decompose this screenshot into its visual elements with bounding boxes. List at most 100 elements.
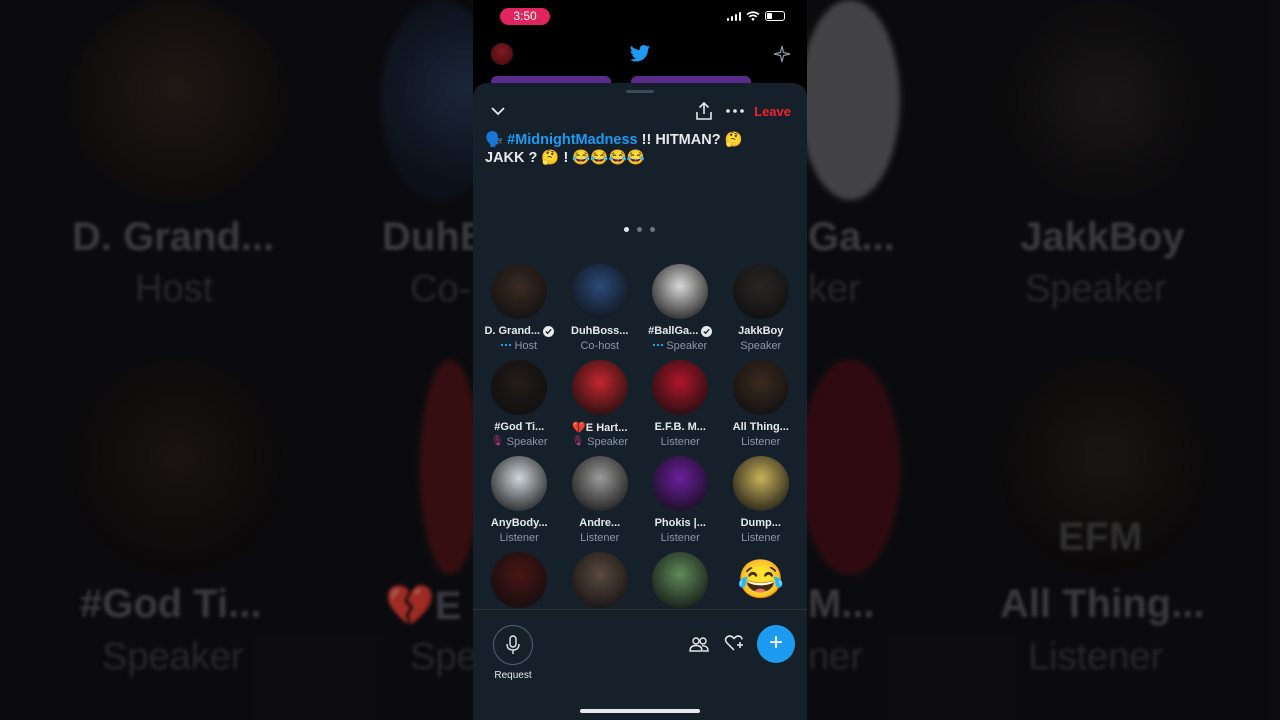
participant-name: #God Ti... [494, 421, 545, 434]
page-dot [650, 227, 655, 232]
participant-tile[interactable]: #God Ti... 🎙 Speaker [479, 360, 560, 448]
participant-name: AnyBody... [490, 517, 548, 530]
participant-avatar[interactable] [652, 360, 709, 415]
participant-name: D. Grand... [484, 325, 541, 338]
participant-emoji-avatar: 😂 [737, 559, 785, 601]
participant-tile[interactable]: Dump... Listener [721, 456, 802, 544]
twitter-header [473, 36, 807, 76]
microphone-icon [506, 635, 520, 654]
profile-avatar[interactable] [491, 43, 513, 65]
participant-name-row: JakkBoy [738, 325, 783, 339]
participant-tile[interactable]: AnyBody... Listener [479, 456, 560, 544]
participant-name: Dump... [740, 517, 781, 530]
participant-role: Speaker [506, 435, 548, 448]
participant-name: E.F.B. M... [654, 421, 706, 434]
participant-avatar[interactable] [652, 264, 709, 319]
page-dot [624, 227, 629, 232]
participant-name-row: E.F.B. M... [655, 421, 706, 435]
participant-avatar[interactable] [732, 360, 789, 415]
participant-role-row: Host [501, 339, 537, 352]
people-icon[interactable] [689, 636, 709, 652]
participant-name-row: Dump... [741, 517, 781, 531]
sheet-grabber[interactable] [626, 90, 654, 93]
wifi-icon [746, 11, 760, 21]
page-dots [624, 227, 655, 232]
participant-role-row: Speaker [740, 339, 781, 352]
share-icon[interactable] [695, 101, 713, 121]
participant-tile[interactable]: Phokis |... Listener [640, 456, 721, 544]
title-emoji: 🗣️ [485, 132, 504, 148]
verified-badge-icon [543, 325, 555, 337]
participant-role: Listener [580, 531, 620, 544]
participant-tile[interactable]: JakkBoy Speaker [721, 264, 802, 352]
participant-role-row: 🎙 Speaker [491, 435, 548, 448]
participant-name-row: #BallGa... [648, 325, 713, 339]
space-title: 🗣️ #MidnightMadness !! HITMAN? 🤔 JAKK ? … [485, 131, 785, 167]
page-dot [637, 227, 642, 232]
participant-name: DuhBoss... [571, 325, 629, 338]
participant-name-row: 💔E Hart... [572, 421, 627, 435]
title-hashtag[interactable]: #MidnightMadness [507, 132, 638, 148]
participant-role-row: Listener [661, 531, 700, 544]
participant-role: Speaker [740, 339, 782, 352]
phone-screen: 3:50 Leave 🗣️ #MidnightMadness !! HITMAN… [473, 0, 807, 720]
participant-name-row: Phokis |... [655, 517, 706, 531]
participants-grid: D. Grand... Host DuhBoss... Co-host #Bal… [479, 264, 801, 640]
participant-role-row: Listener [661, 435, 700, 448]
participant-avatar[interactable] [491, 264, 548, 319]
speaking-wave-icon [501, 344, 512, 347]
participant-avatar[interactable] [571, 264, 628, 319]
participant-tile[interactable]: Andre... Listener [560, 456, 641, 544]
participant-avatar[interactable] [732, 264, 789, 319]
participant-role: Co-host [580, 339, 620, 352]
chevron-down-icon[interactable] [489, 102, 507, 120]
participant-name: #BallGa... [648, 325, 699, 338]
participant-role: Listener [660, 531, 700, 544]
reaction-heart-icon[interactable] [724, 634, 744, 652]
participant-avatar[interactable] [652, 456, 709, 511]
request-mic-button[interactable] [493, 625, 533, 665]
participant-name-row: DuhBoss... [571, 325, 628, 339]
participant-name: JakkBoy [738, 325, 784, 338]
participant-role: Host [514, 339, 538, 352]
participant-tile[interactable]: DuhBoss... Co-host [560, 264, 641, 352]
video-frame: D. Grand... DuhB Ga... JakkBoy Host Co- … [0, 0, 1280, 720]
space-sheet: Leave 🗣️ #MidnightMadness !! HITMAN? 🤔 J… [473, 83, 807, 720]
participant-role: Listener [499, 531, 539, 544]
participant-name-row: #God Ti... [494, 421, 544, 435]
participant-name-row: AnyBody... [491, 517, 548, 531]
participant-role-row: 🎙 Speaker [571, 435, 628, 448]
twitter-bird-icon [629, 45, 651, 62]
participant-avatar[interactable] [571, 456, 628, 511]
participant-tile[interactable]: E.F.B. M... Listener [640, 360, 721, 448]
status-bar: 3:50 [473, 0, 807, 36]
speaking-wave-icon [653, 344, 664, 347]
participant-name-row: All Thing... [733, 421, 789, 435]
space-footer: Request + [473, 609, 807, 720]
participant-avatar[interactable] [491, 456, 548, 511]
participant-tile[interactable]: All Thing... Listener [721, 360, 802, 448]
sparkle-icon[interactable] [773, 45, 791, 63]
participant-tile[interactable]: D. Grand... Host [479, 264, 560, 352]
home-indicator[interactable] [580, 709, 700, 713]
status-icons [726, 11, 785, 21]
mic-off-icon: 🎙 [571, 436, 585, 448]
participant-role-row: Listener [741, 435, 780, 448]
compose-fab-button[interactable]: + [757, 625, 795, 663]
participant-role-row: Co-host [580, 339, 619, 352]
leave-button[interactable]: Leave [754, 104, 791, 119]
participant-avatar[interactable] [652, 552, 709, 608]
mic-off-icon: 🎙 [490, 436, 504, 448]
participant-avatar[interactable] [491, 552, 548, 608]
participant-avatar[interactable] [571, 360, 628, 415]
participant-role-row: Speaker [653, 339, 707, 352]
participant-tile[interactable]: 💔E Hart... 🎙 Speaker [560, 360, 641, 448]
participant-role: Speaker [587, 435, 629, 448]
participant-tile[interactable]: #BallGa... Speaker [640, 264, 721, 352]
participant-avatar[interactable] [732, 456, 789, 511]
request-label: Request [494, 670, 532, 681]
participant-avatar[interactable] [571, 552, 628, 608]
participant-avatar[interactable] [491, 360, 548, 415]
more-options-icon[interactable] [725, 103, 745, 119]
participant-role-row: Listener [741, 531, 780, 544]
